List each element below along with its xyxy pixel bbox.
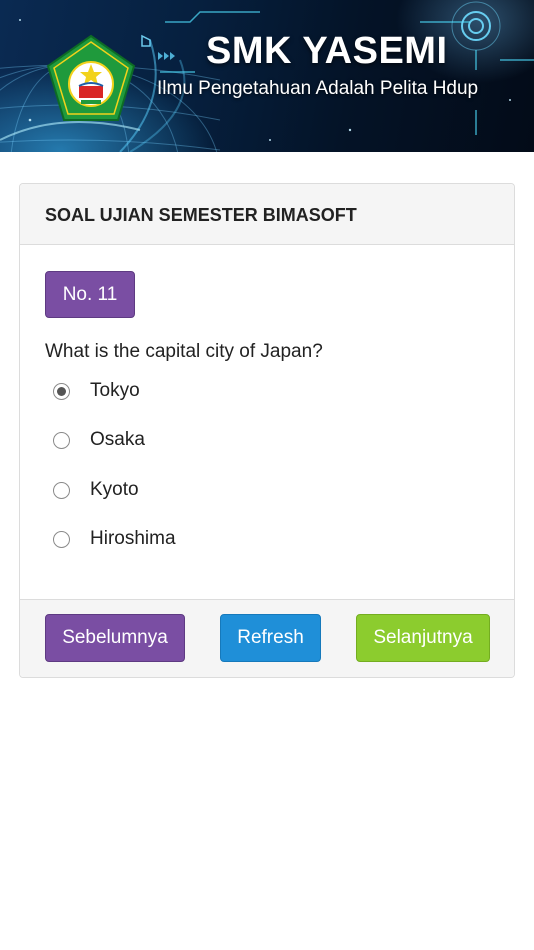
refresh-button[interactable]: Refresh [220,614,321,662]
answer-option-label: Hiroshima [90,528,176,549]
question-text: What is the capital city of Japan? [45,341,323,362]
previous-button[interactable]: Sebelumnya [45,614,185,662]
question-body: No. 11 What is the capital city of Japan… [20,245,514,600]
answer-option-osaka[interactable]: Osaka [53,425,145,455]
school-motto: Ilmu Pengetahuan Adalah Pelita Hdup [157,78,479,99]
question-number-badge: No. 11 [45,271,135,318]
header-banner: SMK YASEMI Ilmu Pengetahuan Adalah Pelit… [0,0,534,152]
navigation-footer: Sebelumnya Refresh Selanjutnya [20,599,514,677]
answer-option-kyoto[interactable]: Kyoto [53,475,139,505]
panel-title: SOAL UJIAN SEMESTER BIMASOFT [20,184,514,245]
school-logo-icon [46,34,136,121]
radio-button[interactable] [53,481,70,499]
answer-option-tokyo[interactable]: Tokyo [53,376,140,406]
radio-button-selected[interactable] [53,382,70,400]
radio-button[interactable] [53,530,70,548]
next-button[interactable]: Selanjutnya [356,614,490,662]
school-name: SMK YASEMI [206,30,448,72]
radio-button[interactable] [53,431,70,449]
answer-option-hiroshima[interactable]: Hiroshima [53,524,176,554]
answer-option-label: Osaka [90,429,145,450]
exam-panel: SOAL UJIAN SEMESTER BIMASOFT No. 11 What… [19,183,515,678]
answer-option-label: Tokyo [90,380,140,401]
answer-option-label: Kyoto [90,479,139,500]
